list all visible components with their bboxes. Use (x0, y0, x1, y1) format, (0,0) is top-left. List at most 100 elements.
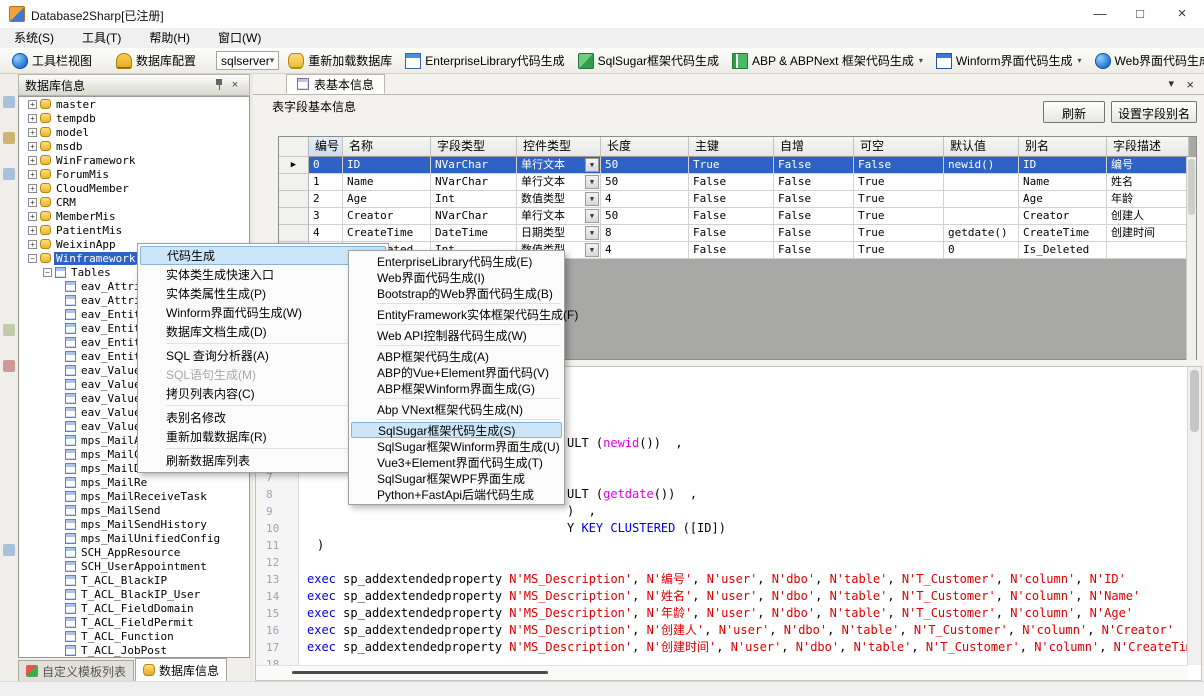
submenu-item[interactable]: SqlSugar框架WPF界面生成 (351, 470, 562, 486)
grid-cell[interactable]: False (774, 191, 854, 208)
minimize-button[interactable]: — (1078, 0, 1122, 28)
grid-cell[interactable]: 4 (309, 225, 343, 242)
grid-cell[interactable]: NVarChar (431, 208, 517, 225)
submenu-item[interactable]: Web API控制器代码生成(W) (351, 327, 562, 343)
menu-system[interactable]: 系统(S) (0, 28, 68, 48)
grid-column-header[interactable]: 可空 (854, 137, 944, 157)
grid-column-header[interactable]: 编号 (309, 137, 343, 157)
menu-help[interactable]: 帮助(H) (135, 28, 204, 48)
tree-node[interactable]: mps_MailSendHistory (19, 517, 249, 531)
grid-cell[interactable]: 2 (309, 191, 343, 208)
grid-cell[interactable] (944, 191, 1019, 208)
submenu-item[interactable]: Vue3+Element界面代码生成(T) (351, 454, 562, 470)
grid-cell[interactable]: True (854, 225, 944, 242)
sql-horizontal-scrollbar[interactable] (256, 665, 1188, 680)
grid-row-header[interactable] (279, 225, 309, 242)
refresh-button[interactable]: 刷新 (1043, 101, 1105, 123)
tree-node[interactable]: +MemberMis (19, 209, 249, 223)
chevron-down-icon[interactable]: ▾ (919, 56, 923, 65)
grid-cell[interactable]: 数值类型▼ (517, 191, 601, 208)
grid-cell[interactable]: 创建时间 (1107, 225, 1189, 242)
grid-cell[interactable]: Creator (343, 208, 431, 225)
toolbar-enterpriselibrary-button[interactable]: EnterpriseLibrary代码生成 (401, 50, 568, 71)
grid-cell[interactable]: Name (1019, 174, 1107, 191)
grid-cell[interactable]: Name (343, 174, 431, 191)
expand-icon[interactable]: + (28, 240, 37, 249)
expand-icon[interactable]: + (28, 156, 37, 165)
expand-icon[interactable]: + (28, 128, 37, 137)
grid-cell[interactable]: 50 (601, 157, 689, 174)
grid-cell[interactable]: NVarChar (431, 174, 517, 191)
expand-icon[interactable]: + (28, 198, 37, 207)
grid-column-header[interactable]: 别名 (1019, 137, 1107, 157)
expand-icon[interactable]: + (28, 100, 37, 109)
grid-column-header[interactable]: 字段类型 (431, 137, 517, 157)
submenu-item[interactable]: SqlSugar框架代码生成(S) (351, 422, 562, 438)
grid-row[interactable]: 1NameNVarChar单行文本▼50FalseFalseTrueName姓名 (279, 174, 1196, 191)
expand-icon[interactable]: + (28, 170, 37, 179)
collapse-icon[interactable]: − (43, 268, 52, 277)
grid-cell[interactable]: 4 (601, 242, 689, 259)
tree-node[interactable]: +WinFramework (19, 153, 249, 167)
expand-icon[interactable]: + (28, 226, 37, 235)
expand-icon[interactable]: + (28, 114, 37, 123)
tree-node[interactable]: +PatientMis (19, 223, 249, 237)
grid-cell[interactable]: False (774, 174, 854, 191)
grid-cell[interactable]: 单行文本▼ (517, 208, 601, 225)
autohide-icon[interactable] (3, 132, 15, 144)
autohide-icon[interactable] (3, 96, 15, 108)
submenu-item[interactable]: ABP的Vue+Element界面代码(V) (351, 364, 562, 380)
grid-row-header[interactable] (279, 174, 309, 191)
grid-row-header[interactable] (279, 208, 309, 225)
grid-cell[interactable]: True (854, 191, 944, 208)
grid-cell[interactable]: False (689, 242, 774, 259)
grid-cell[interactable]: True (854, 174, 944, 191)
grid-vertical-scrollbar[interactable] (1186, 157, 1196, 360)
grid-cell[interactable]: Age (1019, 191, 1107, 208)
submenu-item[interactable]: Bootstrap的Web界面代码生成(B) (351, 285, 562, 301)
grid-cell[interactable]: newid() (944, 157, 1019, 174)
collapse-icon[interactable]: − (28, 254, 37, 263)
combo-dropdown-icon[interactable]: ▼ (585, 226, 599, 240)
submenu-item[interactable]: Abp VNext框架代码生成(N) (351, 401, 562, 417)
submenu-item[interactable]: ABP框架代码生成(A) (351, 348, 562, 364)
grid-row-header[interactable] (279, 191, 309, 208)
tree-node[interactable]: T_ACL_FieldDomain (19, 601, 249, 615)
grid-cell[interactable]: 编号 (1107, 157, 1189, 174)
chevron-down-icon[interactable]: ▾ (1078, 56, 1082, 65)
grid-cell[interactable]: False (689, 225, 774, 242)
grid-row[interactable]: 3CreatorNVarChar单行文本▼50FalseFalseTrueCre… (279, 208, 1196, 225)
submenu-item[interactable]: SqlSugar框架Winform界面生成(U) (351, 438, 562, 454)
grid-cell[interactable]: CreateTime (343, 225, 431, 242)
tree-node[interactable]: SCH_UserAppointment (19, 559, 249, 573)
submenu-item[interactable]: ABP框架Winform界面生成(G) (351, 380, 562, 396)
toolbar-dbconfig-button[interactable]: 数据库配置 (112, 50, 200, 71)
combo-dropdown-icon[interactable]: ▼ (585, 192, 599, 206)
toolbar-web-button[interactable]: Web界面代码生成 ▾ (1091, 50, 1204, 71)
grid-cell[interactable]: 0 (944, 242, 1019, 259)
grid-column-header[interactable]: 控件类型 (517, 137, 601, 157)
grid-cell[interactable]: False (774, 208, 854, 225)
sql-vertical-scrollbar[interactable] (1187, 367, 1201, 665)
explorer-bottom-tab[interactable]: 自定义模板列表 (18, 660, 134, 681)
grid-row[interactable]: ▶0IDNVarChar单行文本▼50TrueFalseFalsenewid()… (279, 157, 1196, 174)
grid-cell[interactable]: Is_Deleted (1019, 242, 1107, 259)
tree-node[interactable]: mps_MailUnifiedConfig (19, 531, 249, 545)
expand-icon[interactable]: + (28, 142, 37, 151)
submenu-item[interactable]: EntityFramework实体框架代码生成(F) (351, 306, 562, 322)
grid-cell[interactable]: Age (343, 191, 431, 208)
grid-cell[interactable]: 1 (309, 174, 343, 191)
submenu-item[interactable]: EnterpriseLibrary代码生成(E) (351, 253, 562, 269)
grid-cell[interactable]: True (854, 242, 944, 259)
grid-row-header[interactable]: ▶ (279, 157, 309, 174)
grid-cell[interactable]: 0 (309, 157, 343, 174)
grid-cell[interactable]: False (854, 157, 944, 174)
tree-node[interactable]: +CRM (19, 195, 249, 209)
grid-cell[interactable]: 单行文本▼ (517, 157, 601, 174)
tree-node[interactable]: T_ACL_Function (19, 629, 249, 643)
tree-node[interactable]: +tempdb (19, 111, 249, 125)
grid-cell[interactable]: NVarChar (431, 157, 517, 174)
grid-cell[interactable]: False (689, 174, 774, 191)
toolbar-sqlsugar-button[interactable]: SqlSugar框架代码生成 (574, 50, 723, 71)
grid-cell[interactable]: 姓名 (1107, 174, 1189, 191)
